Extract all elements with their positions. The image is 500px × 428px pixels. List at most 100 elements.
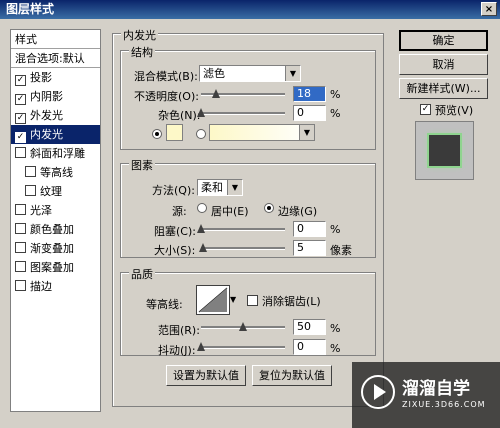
noise-slider[interactable] — [197, 108, 285, 117]
watermark: 溜溜自学 ZIXUE.3D66.COM — [352, 362, 500, 428]
style-item[interactable]: 斜面和浮雕 — [11, 144, 100, 163]
gradient-picker[interactable]: ▼ — [209, 124, 315, 141]
choke-unit: % — [330, 223, 341, 236]
noise-input[interactable]: 0 — [293, 105, 326, 121]
blend-mode-label: 混合模式(B): — [134, 70, 198, 83]
reset-default-button[interactable]: 复位为默认值 — [252, 365, 332, 386]
slider-thumb[interactable] — [198, 243, 207, 252]
structure-legend: 结构 — [129, 44, 155, 60]
range-label: 范围(R): — [158, 324, 200, 337]
style-checkbox[interactable] — [25, 166, 36, 177]
jitter-label: 抖动(J): — [158, 344, 196, 357]
style-checkbox[interactable] — [15, 223, 26, 234]
style-item-label: 纹理 — [40, 185, 62, 198]
style-preview — [415, 121, 474, 180]
style-item[interactable]: 混合选项:默认 — [11, 49, 100, 68]
style-item-label: 等高线 — [40, 166, 73, 179]
gradient-radio[interactable] — [196, 129, 206, 139]
style-item[interactable]: ✓ 内阴影 — [11, 87, 100, 106]
style-item-label: 内阴影 — [30, 90, 63, 103]
style-item[interactable]: ✓ 外发光 — [11, 106, 100, 125]
style-item[interactable]: 图案叠加 — [11, 258, 100, 277]
choke-slider[interactable] — [197, 224, 285, 233]
method-select[interactable]: 柔和 ▼ — [197, 179, 243, 196]
antialias-label: 消除锯齿(L) — [262, 295, 321, 308]
slider-thumb[interactable] — [212, 89, 221, 98]
size-input[interactable]: 5 — [293, 240, 326, 256]
slider-thumb[interactable] — [197, 108, 205, 117]
style-item[interactable]: ✓ 投影 — [11, 68, 100, 87]
opacity-unit: % — [330, 88, 341, 101]
style-checkbox[interactable] — [15, 261, 26, 272]
style-checkbox[interactable]: ✓ — [15, 132, 26, 143]
glow-color-swatch[interactable] — [166, 124, 183, 141]
style-checkbox[interactable]: ✓ — [15, 75, 26, 86]
watermark-url: ZIXUE.3D66.COM — [402, 400, 486, 409]
play-logo-icon — [361, 375, 395, 409]
blend-mode-value: 滤色 — [203, 67, 225, 80]
opacity-label: 不透明度(O): — [134, 90, 199, 103]
style-item[interactable]: 光泽 — [11, 201, 100, 220]
style-item[interactable]: ✓ 内发光 — [11, 125, 100, 144]
choke-label: 阻塞(C): — [154, 225, 196, 238]
chevron-down-icon: ▼ — [299, 125, 314, 140]
chevron-down-icon: ▼ — [227, 180, 242, 195]
make-default-button[interactable]: 设置为默认值 — [166, 365, 246, 386]
style-checkbox[interactable]: ✓ — [15, 113, 26, 124]
contour-preview[interactable] — [196, 285, 230, 315]
source-edge-label: 边缘(G) — [278, 205, 318, 218]
style-item-label: 颜色叠加 — [30, 223, 74, 236]
opacity-input[interactable]: 18 — [293, 86, 326, 102]
blend-mode-select[interactable]: 滤色 ▼ — [199, 65, 301, 82]
preview-swatch — [429, 135, 460, 166]
style-item-label: 样式 — [15, 33, 37, 46]
source-center-label: 居中(E) — [211, 205, 249, 218]
source-center-radio[interactable] — [197, 203, 207, 213]
range-slider[interactable] — [201, 322, 285, 331]
chevron-down-icon: ▼ — [285, 66, 300, 81]
style-item[interactable]: 样式 — [11, 30, 100, 49]
style-item-label: 混合选项:默认 — [15, 52, 85, 65]
close-button[interactable]: × — [481, 2, 497, 16]
style-item[interactable]: 纹理 — [11, 182, 100, 201]
range-input[interactable]: 50 — [293, 319, 326, 335]
style-item[interactable]: 渐变叠加 — [11, 239, 100, 258]
style-checkbox[interactable] — [25, 185, 36, 196]
cancel-button[interactable]: 取消 — [399, 54, 488, 75]
style-checkbox[interactable] — [15, 204, 26, 215]
style-checkbox[interactable] — [15, 280, 26, 291]
style-item-label: 内发光 — [30, 128, 63, 141]
jitter-slider[interactable] — [197, 342, 285, 351]
solid-color-radio[interactable] — [152, 129, 162, 139]
antialias-checkbox[interactable] — [247, 295, 258, 306]
opacity-slider[interactable] — [201, 89, 285, 98]
inner-glow-title: 内发光 — [121, 27, 158, 43]
new-style-button[interactable]: 新建样式(W)... — [399, 78, 488, 99]
style-checkbox[interactable]: ✓ — [15, 94, 26, 105]
source-edge-radio[interactable] — [264, 203, 274, 213]
preview-label: 预览(V) — [435, 104, 474, 117]
elements-legend: 图素 — [129, 157, 155, 173]
style-checkbox[interactable] — [15, 147, 26, 158]
size-slider[interactable] — [198, 243, 285, 252]
window-title-bar: 图层样式 × — [0, 0, 500, 19]
slider-thumb[interactable] — [239, 322, 247, 331]
noise-unit: % — [330, 107, 341, 120]
chevron-down-icon[interactable]: ▼ — [230, 295, 240, 305]
slider-thumb[interactable] — [197, 224, 205, 233]
size-unit: 像素 — [330, 244, 352, 257]
style-item[interactable]: 描边 — [11, 277, 100, 296]
noise-label: 杂色(N): — [158, 109, 201, 122]
style-item[interactable]: 颜色叠加 — [11, 220, 100, 239]
window-title: 图层样式 — [6, 2, 55, 16]
style-item-label: 图案叠加 — [30, 261, 74, 274]
ok-button[interactable]: 确定 — [399, 30, 488, 51]
preview-checkbox[interactable]: ✓ — [420, 104, 431, 115]
style-item-label: 外发光 — [30, 109, 63, 122]
style-item[interactable]: 等高线 — [11, 163, 100, 182]
style-checkbox[interactable] — [15, 242, 26, 253]
slider-thumb[interactable] — [197, 342, 205, 351]
choke-input[interactable]: 0 — [293, 221, 326, 237]
jitter-input[interactable]: 0 — [293, 339, 326, 355]
source-label: 源: — [172, 205, 187, 218]
